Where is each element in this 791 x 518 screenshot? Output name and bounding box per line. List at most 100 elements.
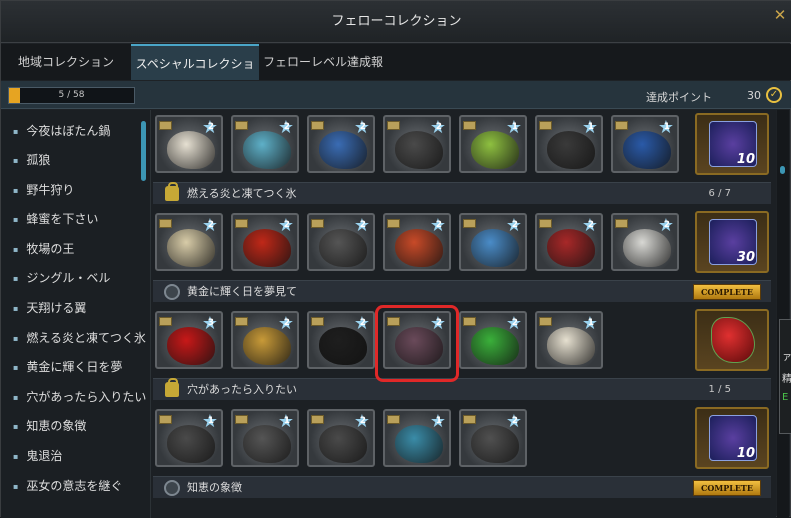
collection-reward[interactable]: 30: [695, 211, 769, 273]
lock-icon: [165, 182, 179, 201]
refresh-icon: [164, 284, 180, 300]
complete-badge: COMPLETE: [693, 480, 761, 496]
fellow-card[interactable]: ★ 2: [307, 409, 375, 467]
fellow-card[interactable]: ★ 3: [155, 311, 223, 369]
fellow-card[interactable]: ★ 2: [231, 213, 299, 271]
fellow-level: 2: [587, 220, 594, 230]
sidebar-item[interactable]: 天翔ける翼: [13, 298, 86, 318]
fellow-card[interactable]: ★ 2: [383, 213, 451, 271]
fellow-card[interactable]: ★ 1: [155, 409, 223, 467]
sidebar-item[interactable]: 蜂蜜を下さい: [13, 209, 98, 229]
fellow-level: 2: [283, 122, 290, 132]
tab-region-collection[interactable]: 地域コレクション: [1, 44, 131, 80]
window-titlebar: フェローコレクション ✕: [1, 1, 791, 43]
book-icon: [159, 219, 172, 228]
book-icon: [159, 317, 172, 326]
book-icon: [463, 317, 476, 326]
fellow-card[interactable]: ★ 2: [459, 409, 527, 467]
fellow-card[interactable]: ★ 1: [459, 115, 527, 173]
fellow-card[interactable]: ★ 2: [383, 115, 451, 173]
book-icon: [615, 219, 628, 228]
fellow-card[interactable]: ★ 2: [307, 115, 375, 173]
sidebar-item[interactable]: 黄金に輝く日を夢: [13, 357, 122, 377]
fellow-level: 1: [587, 122, 594, 132]
fellow-collection-window: フェローコレクション ✕ 地域コレクション スペシャルコレクション フェローレベ…: [0, 0, 791, 518]
fellow-card[interactable]: ★ 2: [231, 115, 299, 173]
book-icon: [235, 219, 248, 228]
fellow-level: 2: [511, 318, 518, 328]
close-icon[interactable]: ✕: [772, 7, 788, 23]
fellow-card[interactable]: ★ 1: [535, 311, 603, 369]
book-icon: [387, 121, 400, 130]
fellow-level: 2: [663, 220, 670, 230]
fellow-level: 2: [435, 220, 442, 230]
scrollbar-thumb[interactable]: [780, 166, 785, 174]
book-icon: [387, 219, 400, 228]
sidebar-item[interactable]: ジングル・ベル: [13, 268, 110, 288]
fellow-card[interactable]: ★ 2: [459, 213, 527, 271]
fellow-card[interactable]: ★ 1: [611, 115, 679, 173]
window-title: フェローコレクション: [331, 14, 462, 29]
book-icon: [387, 415, 400, 424]
fellow-card[interactable]: ★ 2: [155, 213, 223, 271]
fellow-card[interactable]: ★ 1: [383, 409, 451, 467]
book-icon: [539, 219, 552, 228]
tooltip-line: 精: [782, 374, 791, 385]
fellow-card[interactable]: ★ 2: [611, 213, 679, 271]
fellow-card[interactable]: ★ 2: [155, 115, 223, 173]
fellow-level: 1: [283, 416, 290, 426]
collection-header: 知恵の象徴 COMPLETE: [153, 476, 771, 498]
reward-count: 10: [736, 446, 755, 461]
tab-special-collection[interactable]: スペシャルコレクション: [131, 44, 259, 107]
collection-title: 黄金に輝く日を夢見て: [187, 285, 297, 298]
book-icon: [615, 121, 628, 130]
collection-count: 6 / 7: [708, 188, 731, 199]
fellow-card[interactable]: ★ 2: [231, 311, 299, 369]
collection-count: 1 / 5: [708, 384, 731, 395]
fellow-level: 2: [283, 318, 290, 328]
collection-reward[interactable]: 10: [695, 407, 769, 469]
fellow-level: 2: [283, 220, 290, 230]
book-icon: [539, 317, 552, 326]
lock-icon: [165, 378, 179, 397]
tab-fellow-level-reward[interactable]: フェローレベル達成報酬: [259, 44, 387, 105]
collection-reward[interactable]: [695, 309, 769, 371]
sidebar-item[interactable]: 知恵の象徴: [13, 416, 86, 436]
fellow-card[interactable]: ★ 2: [307, 213, 375, 271]
sidebar-item[interactable]: 孤狼: [13, 150, 50, 170]
progress-row: 5 / 58 達成ポイント 30 ✓: [1, 81, 791, 109]
complete-badge: COMPLETE: [693, 284, 761, 300]
sidebar-item[interactable]: 鬼退治: [13, 446, 62, 466]
book-icon: [159, 121, 172, 130]
book-icon: [463, 219, 476, 228]
fellow-card[interactable]: ★ 2: [535, 213, 603, 271]
book-icon: [463, 121, 476, 130]
book-icon: [311, 121, 324, 130]
fellow-card[interactable]: ★ 2: [307, 311, 375, 369]
fellow-level: 1: [587, 318, 594, 328]
book-icon: [463, 415, 476, 424]
collection-reward[interactable]: 10: [695, 113, 769, 175]
sidebar-item[interactable]: 今夜はぼたん鍋: [13, 121, 110, 141]
reward-count: 30: [736, 250, 755, 265]
sidebar-item[interactable]: 穴があったら入りたい: [13, 387, 146, 407]
fellow-level: 2: [359, 416, 366, 426]
sidebar-item[interactable]: 牧場の王: [13, 239, 74, 259]
check-circle-icon: ✓: [766, 87, 782, 103]
sidebar-scrollbar[interactable]: [141, 121, 146, 181]
sidebar-item[interactable]: 巫女の意志を継ぐ: [13, 476, 122, 496]
book-icon: [235, 121, 248, 130]
collection-header: 黄金に輝く日を夢見て COMPLETE: [153, 280, 771, 302]
fellow-level: 2: [511, 416, 518, 426]
main-scrollbar[interactable]: [777, 110, 789, 518]
achievement-points-value: 30: [747, 89, 761, 102]
sidebar-item[interactable]: 燃える炎と凍てつく氷: [13, 328, 145, 348]
fellow-card[interactable]: ★ 2: [459, 311, 527, 369]
sidebar-item[interactable]: 野牛狩り: [13, 180, 74, 200]
dragon-reward-icon: [711, 317, 755, 363]
fellow-level: 1: [511, 122, 518, 132]
fellow-card[interactable]: ★ 1: [535, 115, 603, 173]
fellow-card[interactable]: ★ 1: [231, 409, 299, 467]
progress-text: 5 / 58: [58, 90, 85, 100]
book-icon: [235, 317, 248, 326]
